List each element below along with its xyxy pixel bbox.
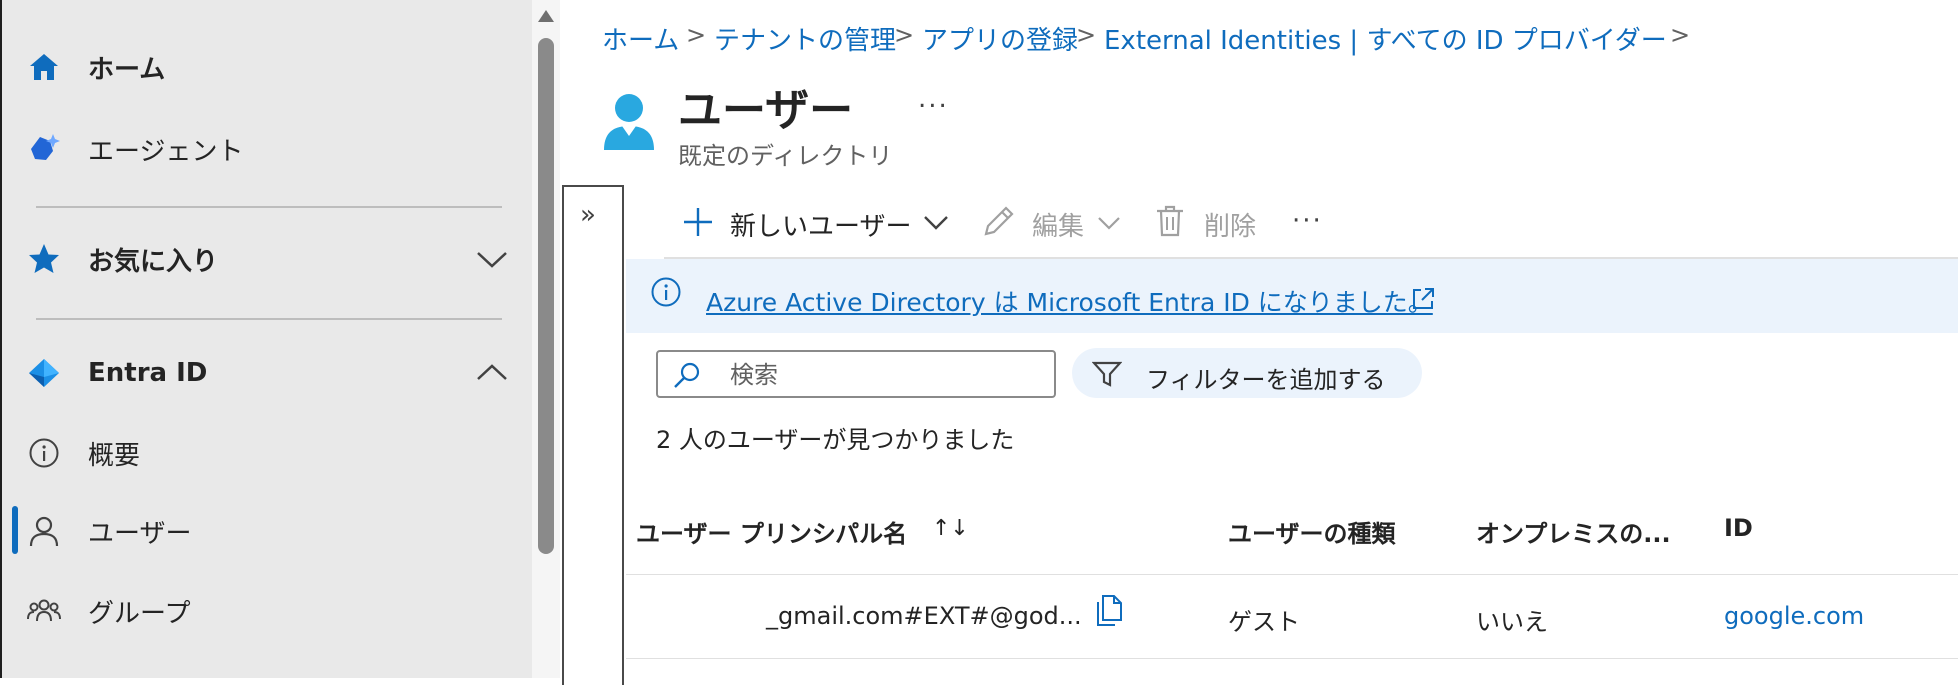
more-commands-button[interactable]: ···	[1292, 206, 1323, 236]
breadcrumb-separator: >	[1670, 21, 1691, 49]
nav-item-favorites[interactable]: お気に入り	[2, 224, 534, 294]
search-icon	[672, 360, 702, 394]
agent-icon	[26, 131, 62, 167]
pencil-icon	[982, 204, 1016, 242]
nav-item-overview[interactable]: 概要	[2, 418, 534, 488]
nav-divider	[36, 206, 502, 208]
nav-divider	[36, 318, 502, 320]
edit-button[interactable]: 編集	[1032, 206, 1084, 243]
nav-users-label: ユーザー	[88, 518, 192, 549]
page-title: ユーザー	[678, 85, 854, 136]
home-icon	[26, 49, 62, 85]
users-page-icon	[602, 90, 656, 156]
breadcrumb-tenant-management[interactable]: テナントの管理	[714, 20, 896, 57]
nav-item-groups[interactable]: グループ	[2, 576, 534, 646]
column-header-id[interactable]: ID	[1724, 514, 1753, 542]
search-input[interactable]	[728, 358, 1042, 392]
nav-item-users[interactable]: ユーザー	[2, 496, 534, 566]
nav-agents-label: エージェント	[88, 136, 244, 167]
person-icon	[26, 513, 62, 549]
table-row-divider	[626, 658, 1958, 659]
copy-icon[interactable]	[1094, 594, 1124, 632]
column-header-upn[interactable]: ユーザー プリンシパル名	[636, 514, 907, 549]
breadcrumb-external-identities[interactable]: External Identities | すべての ID プロバイダー	[1104, 20, 1667, 57]
external-link-icon[interactable]	[1410, 286, 1436, 316]
double-chevron-right-icon[interactable]: »	[580, 200, 596, 230]
breadcrumb-separator: >	[1076, 21, 1097, 49]
breadcrumb-home[interactable]: ホーム	[602, 20, 679, 57]
cell-upn[interactable]: _gmail.com#EXT#@god...	[766, 602, 1082, 630]
info-icon	[650, 276, 682, 312]
column-header-user-type[interactable]: ユーザーの種類	[1228, 514, 1396, 549]
breadcrumb-separator: >	[686, 21, 707, 49]
nav-overview-label: 概要	[88, 440, 141, 471]
nav-item-agents[interactable]: エージェント	[2, 114, 534, 184]
entra-diamond-icon	[26, 355, 62, 391]
table-row-divider	[626, 574, 1958, 575]
collapse-panel	[562, 185, 624, 685]
left-navigation: ホーム エージェント お気に入り Entra ID 概要 ユーザー グループ	[0, 0, 532, 678]
nav-item-home[interactable]: ホーム	[2, 32, 534, 102]
page-subtitle: 既定のディレクトリ	[678, 142, 893, 170]
star-icon	[26, 241, 62, 277]
breadcrumb-separator: >	[894, 21, 915, 49]
cell-user-type: ゲスト	[1228, 608, 1300, 636]
filter-icon	[1091, 360, 1123, 392]
nav-item-entra-id[interactable]: Entra ID	[2, 338, 534, 408]
nav-favorites-label: お気に入り	[88, 246, 219, 277]
entra-rename-link[interactable]: Azure Active Directory は Microsoft Entra…	[706, 283, 1433, 319]
delete-button[interactable]: 削除	[1204, 206, 1256, 243]
result-count: 2 人のユーザーが見つかりました	[656, 426, 1015, 454]
plus-icon	[682, 206, 714, 242]
chevron-up-icon[interactable]	[474, 355, 510, 391]
people-icon	[26, 593, 62, 629]
info-icon	[26, 435, 62, 471]
nav-home-label: ホーム	[88, 54, 166, 85]
new-user-button[interactable]: 新しいユーザー	[730, 206, 911, 243]
chevron-down-icon[interactable]	[474, 241, 510, 277]
scroll-up-arrow-icon[interactable]	[538, 10, 554, 22]
page-more-button[interactable]: ...	[918, 84, 949, 114]
scrollbar-thumb[interactable]	[538, 38, 554, 554]
add-filter-label: フィルターを追加する	[1146, 366, 1386, 394]
nav-entra-label: Entra ID	[88, 358, 208, 388]
column-header-onpremises[interactable]: オンプレミスの...	[1476, 514, 1671, 549]
sort-icon[interactable]: ↑↓	[932, 516, 969, 541]
cell-onpremises: いいえ	[1476, 608, 1548, 636]
cell-id-link[interactable]: google.com	[1724, 602, 1864, 630]
breadcrumb-app-registrations[interactable]: アプリの登録	[922, 20, 1078, 57]
chevron-down-icon[interactable]	[1096, 210, 1122, 240]
chevron-down-icon[interactable]	[922, 208, 950, 240]
nav-groups-label: グループ	[88, 598, 191, 629]
trash-icon	[1154, 204, 1186, 242]
search-box[interactable]	[656, 350, 1056, 398]
